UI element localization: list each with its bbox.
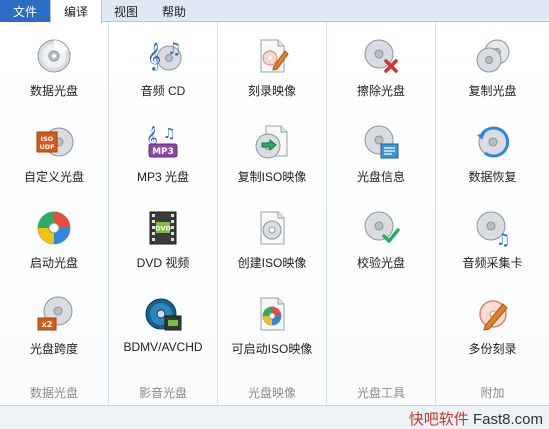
data-disc-button[interactable]: 数据光盘 [0,22,108,108]
group-title-data-disc: 数据光盘 [29,386,78,400]
bdmv-button[interactable]: BDMV/AVCHD [109,280,217,366]
verify-disc-button[interactable]: 校验光盘 [327,194,435,280]
boot-disc-label: 启动光盘 [29,256,78,270]
svg-text:♫: ♫ [167,39,181,58]
multi-burn-button[interactable]: 多份刻录 [436,280,549,366]
menu-bar: 文件 编译 视图 帮助 [0,0,549,23]
watermark-cn: 快吧软件 [408,411,469,428]
burn-image-button[interactable]: 刻录映像 [218,22,326,108]
erase-disc-label: 擦除光盘 [356,84,405,98]
svg-text:𝄞: 𝄞 [147,42,161,71]
data-recovery-button[interactable]: 数据恢复 [436,108,549,194]
menu-tab-file[interactable]: 文件 [0,0,50,22]
svg-text:ISO: ISO [41,135,54,143]
erase-disc-button[interactable]: 擦除光盘 [327,22,435,108]
audio-grabber-button[interactable]: ♫ 音频采集卡 [436,194,549,280]
bootable-iso-icon [260,297,285,331]
group-title-disc-tools: 光盘工具 [356,386,405,400]
copy-iso-button[interactable]: 复制ISO映像 [218,108,326,194]
audio-grabber-icon: ♫ [476,211,510,248]
copy-disc-label: 复制光盘 [468,84,517,98]
data-disc-icon [37,39,71,73]
multi-burn-icon [478,300,508,331]
audio-cd-button[interactable]: 𝄞 ♫ 音频 CD [109,22,217,108]
bootable-iso-label: 可启动ISO映像 [231,342,313,356]
mp3-disc-icon: 𝄞 ♫ MP3 [146,125,178,158]
data-disc-label: 数据光盘 [29,84,78,98]
data-recovery-label: 数据恢复 [468,170,517,184]
disc-info-icon [364,125,399,159]
watermark-en: Fast8.com [472,411,543,428]
bdmv-disc-icon [145,298,182,331]
audio-grabber-label: 音频采集卡 [462,256,523,270]
watermark: 快吧软件 Fast8.com [409,408,543,429]
verify-disc-icon [364,211,400,243]
copy-disc-icon [476,39,509,73]
iso-udf-disc-icon: ISO UDF [36,127,74,157]
audio-cd-icon: 𝄞 ♫ [147,39,182,71]
burn-image-icon [260,39,289,73]
disc-span-label: 光盘跨度 [29,342,78,356]
bottom-bar: 快吧软件 Fast8.com [0,405,549,429]
group-extras: 复制光盘 数据恢复 ♫ 音频采集卡 多份刻录 附加 [436,22,549,405]
menu-tab-edit[interactable]: 编译 [50,0,102,23]
svg-text:♫: ♫ [163,126,176,142]
disc-span-icon: x2 [37,296,73,331]
bdmv-label: BDMV/AVCHD [123,340,203,354]
boot-disc-button[interactable]: 启动光盘 [0,194,108,280]
boot-disc-icon [37,211,71,245]
svg-text:x2: x2 [42,320,53,329]
create-iso-label: 创建ISO映像 [237,256,307,270]
burn-image-label: 刻录映像 [247,84,296,98]
data-recovery-icon [476,126,509,158]
dvd-video-icon: DVD [149,211,177,245]
bootable-iso-button[interactable]: 可启动ISO映像 [218,280,326,366]
svg-text:♫: ♫ [496,230,510,248]
svg-text:DVD: DVD [155,225,171,233]
group-data-disc: 数据光盘 ISO UDF 自定义光盘 启动光盘 x2 光盘跨度 数据光盘 [0,22,109,405]
group-media-disc: 𝄞 ♫ 音频 CD 𝄞 ♫ MP3 MP3 光盘 DVD DVD 视频 BDMV… [109,22,218,405]
erase-disc-icon [364,39,398,73]
svg-text:MP3: MP3 [152,147,174,157]
copy-iso-label: 复制ISO映像 [237,170,307,184]
group-disc-image: 刻录映像 复制ISO映像 创建ISO映像 可启动ISO映像 光盘映像 [218,22,327,405]
group-disc-tools: 擦除光盘 光盘信息 校验光盘 光盘工具 [327,22,436,405]
verify-disc-label: 校验光盘 [356,256,405,270]
dvd-video-label: DVD 视频 [136,256,190,270]
mp3-disc-button[interactable]: 𝄞 ♫ MP3 MP3 光盘 [109,108,217,194]
custom-disc-button[interactable]: ISO UDF 自定义光盘 [0,108,108,194]
disc-span-button[interactable]: x2 光盘跨度 [0,280,108,366]
copy-disc-button[interactable]: 复制光盘 [436,22,549,108]
svg-text:UDF: UDF [39,143,54,151]
copy-iso-icon [255,125,288,159]
ribbon: 数据光盘 ISO UDF 自定义光盘 启动光盘 x2 光盘跨度 数据光盘 𝄞 ♫… [0,22,549,405]
disc-info-button[interactable]: 光盘信息 [327,108,435,194]
multi-burn-label: 多份刻录 [468,342,517,356]
group-title-disc-image: 光盘映像 [247,386,296,400]
menu-tab-help[interactable]: 帮助 [150,0,198,22]
group-title-extras: 附加 [480,386,505,400]
disc-info-label: 光盘信息 [356,170,405,184]
dvd-video-button[interactable]: DVD DVD 视频 [109,194,217,280]
menu-tab-view[interactable]: 视图 [102,0,150,22]
audio-cd-label: 音频 CD [140,84,186,98]
mp3-disc-label: MP3 光盘 [136,170,189,184]
group-title-media-disc: 影音光盘 [138,386,187,400]
custom-disc-label: 自定义光盘 [23,170,84,184]
create-iso-icon [260,211,285,245]
create-iso-button[interactable]: 创建ISO映像 [218,194,326,280]
